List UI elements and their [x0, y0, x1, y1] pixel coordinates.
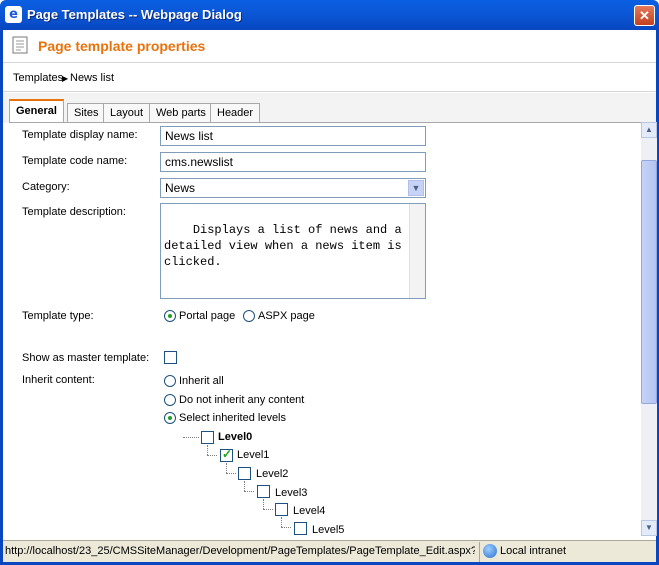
- tab-general[interactable]: General: [9, 99, 64, 123]
- inherit-none-option-label: Do not inherit any content: [179, 394, 305, 406]
- code-name-field[interactable]: cms.newslist: [160, 152, 426, 172]
- template-type-label: Template type:: [22, 310, 94, 322]
- master-template-label: Show as master template:: [22, 352, 150, 364]
- tab-strip: General Sites Layout Web parts Header: [3, 93, 656, 123]
- description-label: Template description:: [22, 206, 126, 218]
- tab-header[interactable]: Header: [210, 103, 261, 123]
- chevron-down-icon[interactable]: ▼: [408, 180, 424, 196]
- page-header: Page template properties: [3, 30, 656, 63]
- display-name-label: Template display name:: [22, 129, 138, 141]
- code-name-label: Template code name:: [22, 155, 128, 167]
- inherit-all-radio[interactable]: [164, 375, 176, 387]
- level1-checkbox[interactable]: [220, 447, 233, 462]
- tree-connector: [281, 527, 291, 528]
- portal-page-option-label: Portal page: [179, 310, 236, 322]
- tree-connector: [263, 499, 264, 509]
- tree-connector: [207, 445, 208, 455]
- content-scrollbar[interactable]: ▲ ▼: [641, 122, 657, 536]
- level0-label: Level0: [218, 431, 253, 443]
- tree-connector: [263, 509, 273, 510]
- inherit-content-label: Inherit content:: [22, 374, 95, 386]
- window-title: Page Templates -- Webpage Dialog: [27, 7, 242, 22]
- master-template-checkbox[interactable]: [164, 351, 177, 364]
- level3-checkbox[interactable]: [257, 485, 270, 498]
- general-tab-content: Template display name: News list Templat…: [9, 122, 645, 536]
- description-scrollbar[interactable]: [409, 204, 425, 298]
- close-button[interactable]: ✕: [634, 5, 655, 26]
- category-value: News: [165, 181, 196, 195]
- tree-connector: [207, 455, 217, 456]
- description-text: Displays a list of news and a detailed v…: [164, 223, 409, 269]
- page-title: Page template properties: [38, 38, 206, 54]
- level1-label: Level1: [237, 449, 270, 461]
- breadcrumb-templates-link[interactable]: Templates: [13, 72, 63, 84]
- ie-icon: e: [5, 6, 22, 23]
- aspx-page-option-label: ASPX page: [258, 310, 315, 322]
- breadcrumb-separator-icon: ▶: [62, 74, 69, 83]
- tab-web-parts[interactable]: Web parts: [149, 103, 213, 123]
- tree-connector: [226, 473, 236, 474]
- display-name-field[interactable]: News list: [160, 126, 426, 146]
- scroll-thumb[interactable]: [641, 160, 657, 404]
- category-select[interactable]: News ▼: [160, 178, 426, 198]
- inherit-select-levels-radio[interactable]: [164, 412, 176, 424]
- tree-connector: [281, 517, 282, 527]
- level4-checkbox[interactable]: [275, 503, 288, 516]
- inherit-select-levels-option-label: Select inherited levels: [179, 412, 287, 424]
- level0-checkbox[interactable]: [201, 431, 214, 444]
- portal-page-radio[interactable]: [164, 310, 176, 322]
- description-textarea[interactable]: Displays a list of news and a detailed v…: [160, 203, 426, 299]
- tree-connector: [244, 481, 245, 491]
- level4-label: Level4: [293, 505, 326, 517]
- level3-label: Level3: [275, 487, 308, 499]
- security-zone: Local intranet: [479, 542, 566, 562]
- status-bar: http://localhost/23_25/CMSSiteManager/De…: [3, 540, 656, 562]
- tree-connector: [183, 437, 199, 438]
- inherit-all-option-label: Inherit all: [179, 375, 224, 387]
- scroll-down-icon[interactable]: ▼: [641, 520, 657, 536]
- inherit-none-radio[interactable]: [164, 394, 176, 406]
- level2-checkbox[interactable]: [238, 467, 251, 480]
- tab-sites[interactable]: Sites: [67, 103, 106, 123]
- category-label: Category:: [22, 181, 70, 193]
- window-titlebar: e Page Templates -- Webpage Dialog ✕: [0, 0, 659, 30]
- level5-checkbox[interactable]: [294, 522, 307, 535]
- status-url: http://localhost/23_25/CMSSiteManager/De…: [5, 545, 475, 557]
- page-template-icon: [12, 36, 28, 54]
- security-zone-label: Local intranet: [500, 545, 567, 557]
- level2-label: Level2: [256, 468, 289, 480]
- tree-connector: [244, 491, 254, 492]
- breadcrumb: Templates ▶ News list: [3, 64, 656, 92]
- aspx-page-radio[interactable]: [243, 310, 255, 322]
- globe-icon: [483, 544, 497, 558]
- tab-layout[interactable]: Layout: [103, 103, 151, 123]
- breadcrumb-current: News list: [70, 72, 115, 84]
- level5-label: Level5: [312, 524, 345, 536]
- tree-connector: [226, 463, 227, 473]
- scroll-up-icon[interactable]: ▲: [641, 122, 657, 138]
